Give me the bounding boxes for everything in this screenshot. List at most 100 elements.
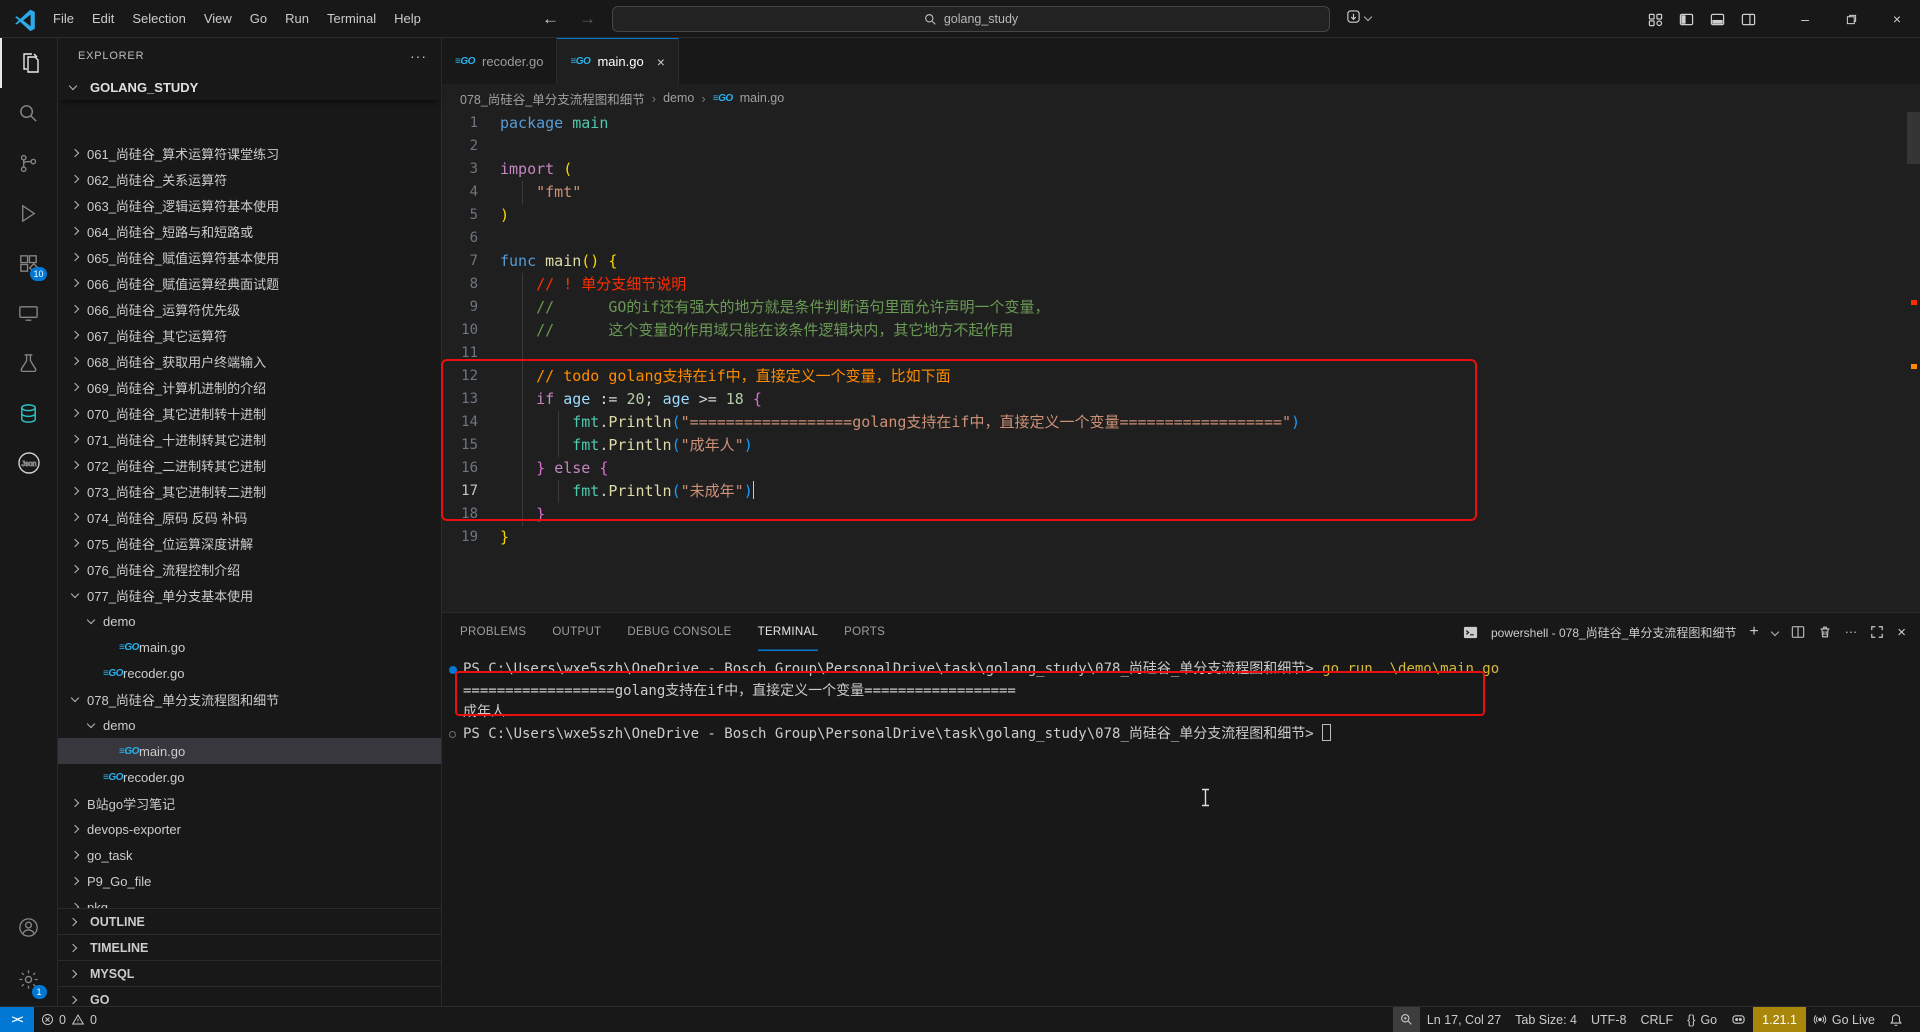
language-mode-status[interactable]: {} Go <box>1680 1007 1724 1032</box>
tree-item[interactable]: 068_尚硅谷_获取用户终端输入 <box>58 348 441 374</box>
sidebar-section-mysql[interactable]: MYSQL <box>58 960 441 986</box>
encoding-status[interactable]: UTF-8 <box>1584 1007 1633 1032</box>
breadcrumb-item[interactable]: demo <box>663 91 694 105</box>
close-panel-icon[interactable]: × <box>1897 624 1906 641</box>
code-line[interactable]: 9 // GO的if还有强大的地方就是条件判断语句里面允许声明一个变量， <box>442 296 1920 319</box>
explorer-icon[interactable] <box>0 38 58 88</box>
code-line[interactable]: 7 func main() { <box>442 250 1920 273</box>
code-line[interactable]: 2 <box>442 135 1920 158</box>
customize-layout-icon[interactable] <box>1648 12 1663 27</box>
tree-item[interactable]: 078_尚硅谷_单分支流程图和细节 <box>58 686 441 712</box>
cursor-position-status[interactable]: Ln 17, Col 27 <box>1420 1007 1508 1032</box>
tree-item[interactable]: 066_尚硅谷_运算符优先级 <box>58 296 441 322</box>
extensions-icon[interactable]: 10 <box>0 238 58 288</box>
breadcrumb-item[interactable]: 078_尚硅谷_单分支流程图和细节 <box>460 89 645 108</box>
breadcrumb-item[interactable]: main.go <box>740 91 784 105</box>
source-control-icon[interactable] <box>0 138 58 188</box>
settings-gear-icon[interactable]: 1 <box>0 952 58 1006</box>
code-line[interactable]: 3 import ( <box>442 158 1920 181</box>
trash-icon[interactable] <box>1818 625 1832 639</box>
code-line[interactable]: 14 fmt.Println("==================golang… <box>442 411 1920 434</box>
code-line[interactable]: 6 <box>442 227 1920 250</box>
sidebar-section-outline[interactable]: OUTLINE <box>58 908 441 934</box>
tree-item[interactable]: B站go学习笔记 <box>58 790 441 816</box>
nav-back-icon[interactable]: ← <box>542 9 559 29</box>
code-line[interactable]: 18 } <box>442 503 1920 526</box>
workspace-root-folder[interactable]: GOLANG_STUDY <box>58 74 441 100</box>
menu-help[interactable]: Help <box>385 6 430 32</box>
tree-item[interactable]: devops-exporter <box>58 816 441 842</box>
code-line[interactable]: 15 fmt.Println("成年人") <box>442 434 1920 457</box>
copilot-menu[interactable] <box>1346 9 1373 24</box>
terminal-dropdown-icon[interactable] <box>1770 627 1779 637</box>
tree-item[interactable]: 071_尚硅谷_十进制转其它进制 <box>58 426 441 452</box>
search-sidebar-icon[interactable] <box>0 88 58 138</box>
explorer-more-icon[interactable]: ··· <box>410 48 427 64</box>
command-decoration-blue[interactable] <box>449 666 457 674</box>
code-editor[interactable]: 1 package main 2 3 import (4 "fmt" 5) 6 7 func m… <box>442 112 1920 612</box>
tree-item[interactable]: P9_Go_file <box>58 868 441 894</box>
editor-tab-recoder.go[interactable]: recoder.go <box>442 38 558 84</box>
tree-item[interactable]: 067_尚硅谷_其它运算符 <box>58 322 441 348</box>
tree-item[interactable]: 070_尚硅谷_其它进制转十进制 <box>58 400 441 426</box>
tree-item[interactable]: main.go <box>58 634 441 660</box>
tree-item[interactable]: 072_尚硅谷_二进制转其它进制 <box>58 452 441 478</box>
minimize-button[interactable]: – <box>1782 0 1828 38</box>
code-line[interactable]: 12 // todo golang支持在if中，直接定义一个变量，比如下面 <box>442 365 1920 388</box>
tree-item[interactable]: main.go <box>58 738 441 764</box>
tree-item[interactable]: recoder.go <box>58 660 441 686</box>
code-line[interactable]: 4 "fmt" <box>442 181 1920 204</box>
tree-item[interactable]: recoder.go <box>58 764 441 790</box>
sidebar-section-timeline[interactable]: TIMELINE <box>58 934 441 960</box>
testing-icon[interactable] <box>0 338 58 388</box>
split-terminal-icon[interactable] <box>1791 625 1805 639</box>
terminal-output[interactable]: PS C:\Users\wxe5szh\OneDrive - Bosch Gro… <box>449 659 1920 745</box>
menu-view[interactable]: View <box>195 6 241 32</box>
problems-status[interactable]: 0 0 <box>34 1007 104 1032</box>
code-line[interactable]: 13 if age := 20; age >= 18 { <box>442 388 1920 411</box>
panel-more-icon[interactable]: ··· <box>1845 625 1858 639</box>
tree-item[interactable]: 066_尚硅谷_赋值运算经典面试题 <box>58 270 441 296</box>
notifications-bell-icon[interactable] <box>1882 1007 1910 1032</box>
command-center-search[interactable]: golang_study <box>612 6 1330 32</box>
tree-item[interactable]: 076_尚硅谷_流程控制介绍 <box>58 556 441 582</box>
panel-tab-terminal[interactable]: TERMINAL <box>758 613 819 651</box>
tree-item[interactable]: 061_尚硅谷_算术运算符课堂练习 <box>58 140 441 166</box>
tree-item[interactable]: 073_尚硅谷_其它进制转二进制 <box>58 478 441 504</box>
editor-scrollbar[interactable] <box>1907 112 1920 164</box>
tree-item[interactable]: demo <box>58 608 441 634</box>
tree-item[interactable]: 069_尚硅谷_计算机进制的介绍 <box>58 374 441 400</box>
tree-item[interactable]: 077_尚硅谷_单分支基本使用 <box>58 582 441 608</box>
go-live-button[interactable]: Go Live <box>1806 1007 1882 1032</box>
account-icon[interactable] <box>0 902 58 952</box>
tree-item[interactable]: pkg <box>58 894 441 908</box>
close-window-button[interactable]: × <box>1874 0 1920 38</box>
remote-indicator[interactable]: >< <box>0 1007 34 1032</box>
tree-item[interactable]: 063_尚硅谷_逻辑运算符基本使用 <box>58 192 441 218</box>
eol-status[interactable]: CRLF <box>1633 1007 1680 1032</box>
menu-edit[interactable]: Edit <box>83 6 123 32</box>
database-extension-icon[interactable] <box>0 388 58 438</box>
maximize-panel-icon[interactable] <box>1870 625 1884 639</box>
tree-item[interactable]: 074_尚硅谷_原码 反码 补码 <box>58 504 441 530</box>
panel-tab-problems[interactable]: PROBLEMS <box>460 613 526 651</box>
code-line[interactable]: 11 <box>442 342 1920 365</box>
menu-terminal[interactable]: Terminal <box>318 6 385 32</box>
go-version-badge[interactable]: 1.21.1 <box>1753 1006 1806 1032</box>
tree-item[interactable]: go_task <box>58 842 441 868</box>
panel-tab-output[interactable]: OUTPUT <box>552 613 601 651</box>
maximize-button[interactable] <box>1828 0 1874 38</box>
code-line[interactable]: 16 } else { <box>442 457 1920 480</box>
menu-file[interactable]: File <box>44 6 83 32</box>
remote-explorer-icon[interactable] <box>0 288 58 338</box>
menu-go[interactable]: Go <box>241 6 276 32</box>
close-tab-icon[interactable]: × <box>657 54 665 70</box>
new-terminal-icon[interactable]: + <box>1749 623 1758 641</box>
toggle-panel-icon[interactable] <box>1710 12 1725 27</box>
panel-tab-ports[interactable]: PORTS <box>844 613 885 651</box>
zoom-status-icon[interactable] <box>1392 1006 1420 1032</box>
command-decoration-hollow[interactable] <box>449 730 456 738</box>
code-line[interactable]: 1 package main <box>442 112 1920 135</box>
tab-size-status[interactable]: Tab Size: 4 <box>1508 1007 1584 1032</box>
tree-item[interactable]: 064_尚硅谷_短路与和短路或 <box>58 218 441 244</box>
